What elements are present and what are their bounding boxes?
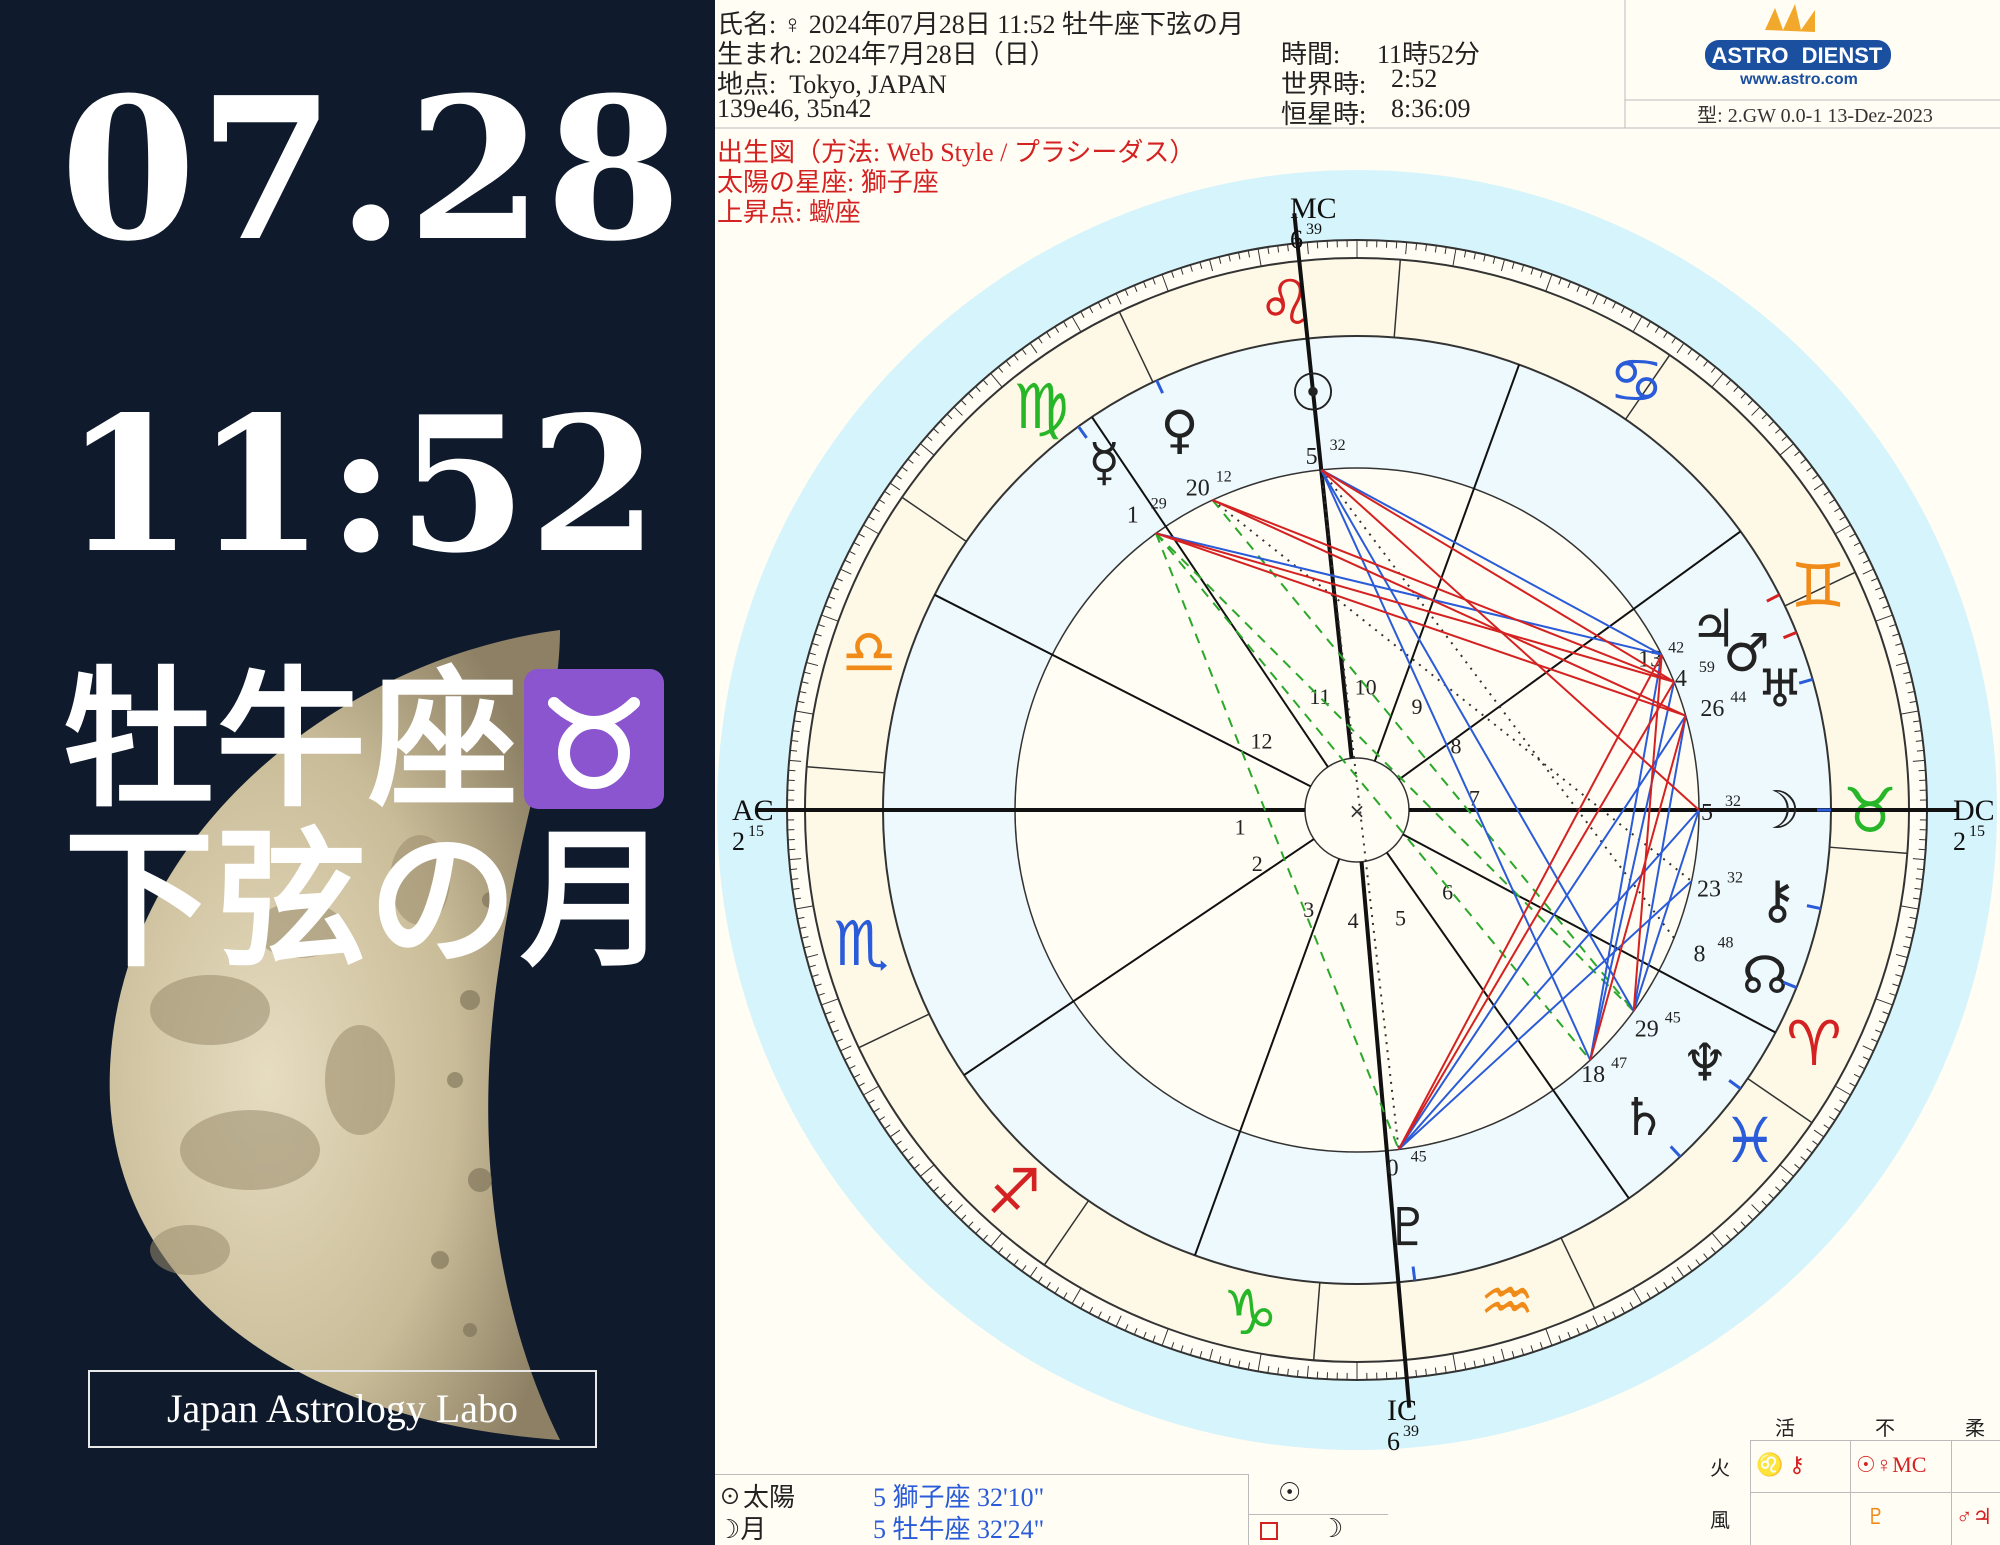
logo-right-text: DIENST [1802,43,1883,68]
planet-minutes: 12 [1216,469,1232,486]
type-line: 型: 2.GW 0.0-1 13-Dez-2023 [1697,104,1933,127]
sign-text: 牡牛座 [64,652,521,828]
planet-minutes: 47 [1611,1055,1627,1072]
dc-label-degree: 2 [1953,827,1966,856]
planet-table: ☉太陽 5 獅子座 32'10" ☽月 5 牡牛座 32'24" [715,1474,1249,1545]
moon-icon: ☽ [1320,1514,1344,1543]
sun-icon: ☉ [1278,1478,1302,1507]
time-text: 11:52 [64,375,661,594]
sun-icon: ☉ [1290,363,1337,423]
mc-label-minutes: 39 [1306,221,1322,238]
sign-line: 牡牛座 [64,665,665,815]
planet-minutes: 32 [1330,437,1346,454]
chart-wheel: ×♈♉♊♋♌♍♎♏♐♑♒♓123456789101112AC215DC215MC… [717,170,1997,1456]
planet-degree: 26 [1700,696,1724,722]
planet-minutes: 32 [1725,793,1741,810]
virgo-icon: ♍ [1013,370,1069,443]
house-number: 5 [1395,906,1406,931]
date-text: 07.28 [60,55,684,285]
house-number: 12 [1251,729,1273,754]
air-fixed-cell: ♇ [1866,1504,1886,1529]
planet-minutes: 29 [1151,495,1167,512]
element-grid-divider [1750,1492,2000,1493]
logo-left-text: ASTRO [1712,43,1789,68]
mutable-header: 柔 [1965,1418,1985,1440]
scorpio-icon: ♏ [834,907,890,980]
pisces-icon: ♓ [1722,1104,1778,1177]
planet-degree: 8 [1693,942,1705,968]
uranus-icon: ♅ [1757,660,1804,720]
mercury-icon: ☿ [1088,433,1120,493]
fixed-header: 不 [1875,1418,1895,1440]
planet-degree: 23 [1697,877,1721,903]
house-number: 1 [1235,814,1246,839]
row-name: 月 [740,1515,767,1544]
natal-wheel: ASTRO DIENST www.astro.com 型: 2.GW 0.0-1… [715,0,2000,1456]
air-label: 風 [1710,1510,1730,1532]
moon-icon: ☽ [1754,781,1801,841]
planet-degree: 1 [1127,502,1139,528]
row-position: 5 牡牛座 32'24" [873,1515,1045,1544]
chiron-icon: ⚷ [1759,870,1797,930]
center-mark: × [1349,799,1366,823]
planet-minutes: 45 [1411,1148,1427,1165]
air-mutable-cell: ♂♃ [1956,1504,1993,1529]
aries-icon: ♈ [1786,1007,1842,1080]
square-aspect-icon [1260,1522,1278,1540]
planet-degree: 0 [1387,1155,1399,1181]
moon-phase-text: 下弦の月 [64,812,673,988]
element-table: 活 不 柔 火 風 ♌ ⚷ ☉♀MC ♇ ♂♃ [1700,1410,2000,1545]
planet-minutes: 59 [1699,659,1715,676]
ac-label-degree: 2 [732,827,745,856]
ic-label-degree: 6 [1387,1427,1400,1456]
planet-degree: 20 [1186,476,1210,502]
house-number: 4 [1348,908,1359,933]
venus-icon: ♀ [1160,400,1198,460]
gemini-icon: ♊ [1790,549,1846,622]
logo-url-text: www.astro.com [1739,71,1858,88]
libra-icon: ♎ [841,615,897,688]
dc-label-minutes: 15 [1969,823,1985,840]
node-icon: ☊ [1742,946,1788,1006]
planet-degree: 18 [1581,1062,1605,1088]
taurus-icon [524,669,665,809]
house-number: 9 [1412,694,1423,719]
house-number: 2 [1252,851,1263,876]
ic-label-minutes: 39 [1403,1423,1419,1440]
ac-label-minutes: 15 [748,823,764,840]
planet-minutes: 45 [1665,1009,1681,1026]
planet-minutes: 44 [1730,689,1746,706]
cancer-icon: ♋ [1609,344,1665,417]
planet-degree: 4 [1675,666,1687,692]
capricorn-icon: ♑ [1223,1276,1279,1349]
saturn-icon: ♄ [1620,1088,1667,1148]
natal-chart-panel: 氏名: ♀ 2024年07月28日 11:52 牡牛座下弦の月 生まれ: 202… [715,0,2000,1545]
planet-tick [1411,1266,1417,1281]
moon-icon: ☽ [717,1515,741,1544]
fire-cardinal-cell: ♌ ⚷ [1756,1452,1806,1477]
planet-minutes: 42 [1668,640,1684,657]
planet-minutes: 48 [1717,935,1733,952]
planet-degree: 29 [1635,1016,1659,1042]
aquarius-icon: ♒ [1479,1265,1535,1338]
sagittarius-icon: ♐ [986,1155,1042,1228]
brand-label: Japan Astrology Labo [88,1370,597,1448]
fire-fixed-cell: ☉♀MC [1856,1452,1927,1477]
pluto-icon: ♇ [1385,1198,1432,1258]
mc-label-degree: 6 [1290,225,1303,254]
table-row: ☽月 [717,1509,766,1545]
neptune-icon: ♆ [1682,1034,1729,1094]
moon-panel: 07.28 11:52 牡牛座 下弦の月 Japan Astrology Lab… [0,0,715,1545]
planet-degree: 5 [1701,800,1713,826]
sun-icon: ☉ [717,1483,744,1512]
fire-label: 火 [1710,1458,1730,1480]
planet-degree: 5 [1306,444,1318,470]
aspect-mini-grid: ☉ ☽ [1248,1474,1388,1545]
row-name: 太陽 [743,1483,796,1512]
planet-tick [1305,338,1311,353]
cardinal-header: 活 [1775,1418,1795,1440]
planet-minutes: 32 [1727,870,1743,887]
